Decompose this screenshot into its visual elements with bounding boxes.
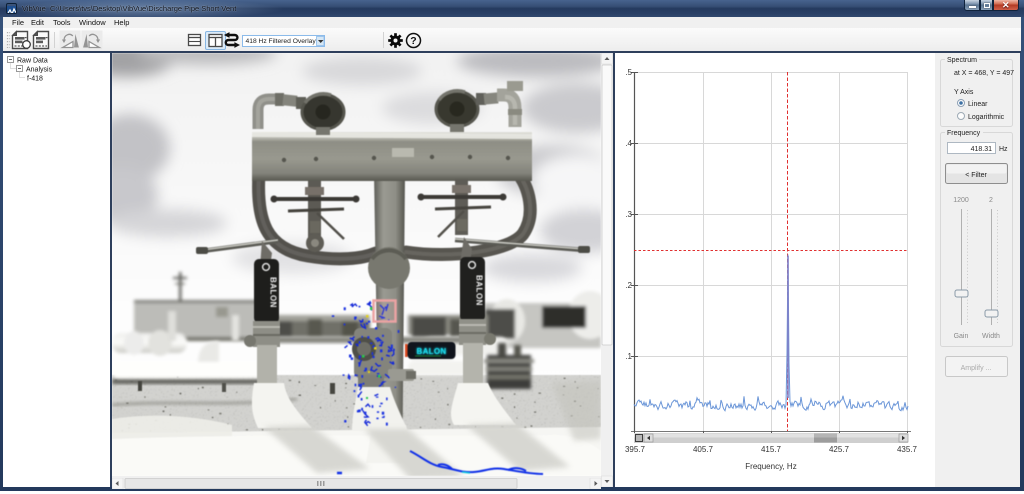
svg-text:Frequency, Hz: Frequency, Hz [745,462,796,471]
svg-text:Gain: Gain [954,333,969,340]
svg-text:f-418: f-418 [27,76,43,83]
svg-text:.3: .3 [625,210,632,219]
svg-text:425.7: 425.7 [829,445,850,454]
svg-text:2: 2 [989,197,993,204]
svg-text:Linear: Linear [968,101,988,108]
svg-text:415.7: 415.7 [761,445,782,454]
svg-text:395.7: 395.7 [625,445,646,454]
svg-text:Logarithmic: Logarithmic [968,114,1005,121]
svg-text:418 Hz Filtered Overlay: 418 Hz Filtered Overlay [246,38,317,45]
svg-text:418.31: 418.31 [971,146,993,153]
svg-text:.1: .1 [625,352,632,361]
svg-text:BALON: BALON [269,277,278,308]
svg-text:.5: .5 [625,68,632,77]
svg-text:Hz: Hz [999,146,1008,153]
svg-text:Y Axis: Y Axis [954,89,974,96]
svg-text:435.7: 435.7 [897,445,918,454]
svg-text:at X = 468, Y = 497: at X = 468, Y = 497 [954,70,1014,77]
svg-text:.2: .2 [625,281,632,290]
svg-text:?: ? [410,35,416,47]
svg-text:Analysis: Analysis [26,67,53,74]
svg-text:Frequency: Frequency [947,130,981,137]
svg-text:.4: .4 [625,139,632,148]
svg-text:Width: Width [982,333,1000,340]
svg-text:405.7: 405.7 [693,445,714,454]
svg-text:Amplify ...: Amplify ... [961,365,992,372]
svg-text:Spectrum: Spectrum [947,57,977,64]
svg-text:BALON: BALON [475,275,484,306]
svg-text:BALON: BALON [417,347,447,356]
svg-text:< Filter: < Filter [965,172,987,179]
svg-text:Raw Data: Raw Data [17,58,48,65]
svg-text:1200: 1200 [953,197,969,204]
